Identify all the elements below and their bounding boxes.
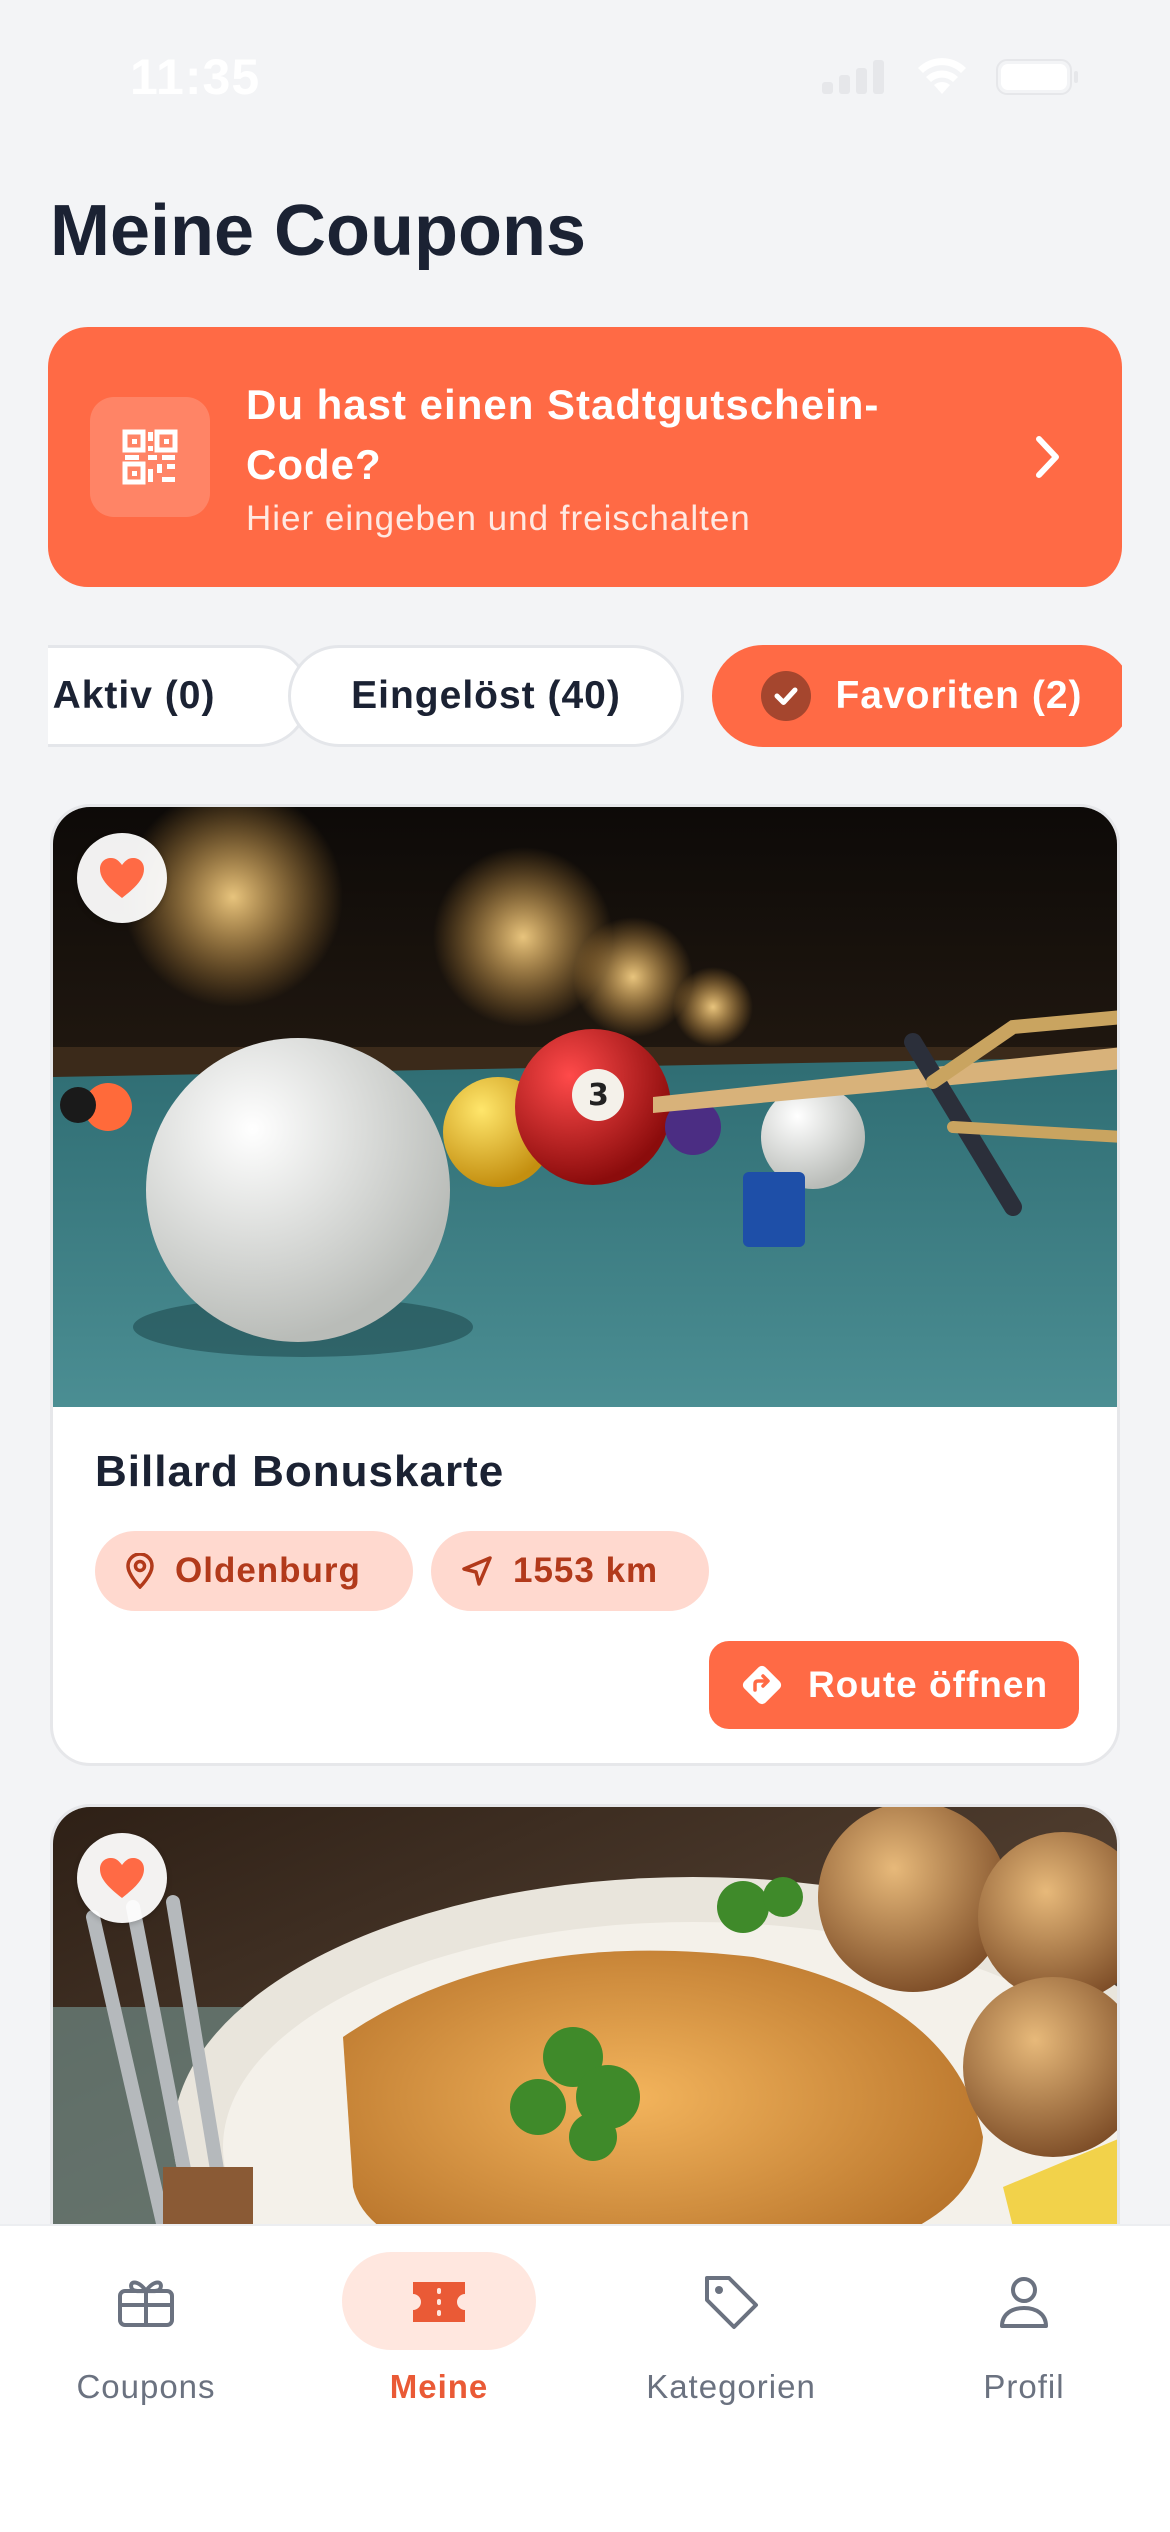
tab-kategorien[interactable]: Kategorien xyxy=(585,2226,877,2426)
tab-coupons[interactable]: Coupons xyxy=(0,2226,292,2426)
tab-label: Kategorien xyxy=(646,2368,816,2405)
status-bar: 11:35 xyxy=(0,0,1170,150)
svg-text:3: 3 xyxy=(588,1078,609,1113)
directions-icon xyxy=(742,1665,782,1705)
coupon-card[interactable] xyxy=(50,1804,1120,2264)
filter-chips: Aktiv (0) Eingelöst (40) Favoriten (2) xyxy=(48,645,1122,747)
coupon-title: Billard Bonuskarte xyxy=(95,1447,505,1496)
tab-meine[interactable]: Meine xyxy=(293,2226,585,2426)
favorite-button[interactable] xyxy=(77,833,167,923)
check-circle-icon xyxy=(761,671,812,721)
open-route-button[interactable]: Route öffnen xyxy=(709,1641,1079,1729)
redeem-code-banner[interactable]: Du hast einen Stadtgutschein-Code? Hier … xyxy=(48,327,1122,587)
schnitzel-plate-photo xyxy=(53,1807,1117,2261)
tab-profil[interactable]: Profil xyxy=(878,2226,1170,2426)
page-title: Meine Coupons xyxy=(50,191,586,271)
map-pin-icon xyxy=(126,1553,154,1589)
favorite-button[interactable] xyxy=(77,1833,167,1923)
heart-icon xyxy=(100,858,144,898)
open-route-label: Route öffnen xyxy=(807,1664,1049,1705)
gift-card-icon xyxy=(0,2270,292,2334)
filter-chip-favoriten[interactable]: Favoriten (2) xyxy=(712,645,1122,747)
filter-chip-aktiv[interactable]: Aktiv (0) xyxy=(48,645,310,747)
navigation-arrow-icon xyxy=(462,1556,492,1586)
location-tag: Oldenburg xyxy=(95,1531,413,1611)
filter-chip-label: Aktiv (0) xyxy=(52,674,216,717)
heart-icon xyxy=(100,1858,144,1898)
filter-chip-eingeloest[interactable]: Eingelöst (40) xyxy=(288,645,684,747)
cellular-signal-icon xyxy=(822,60,884,94)
coupon-card[interactable]: 3 Billard Bonuskarte Oldenburg 1553 km R… xyxy=(50,804,1120,1766)
battery-icon xyxy=(996,59,1078,95)
promo-subtitle: Hier eingeben und freischalten xyxy=(246,499,751,538)
tag-icon xyxy=(585,2270,877,2334)
status-time: 11:35 xyxy=(130,49,261,105)
promo-title: Du hast einen Stadtgutschein-Code? xyxy=(246,381,880,488)
chevron-right-icon xyxy=(1036,436,1059,478)
billiard-table-photo: 3 xyxy=(53,807,1117,1407)
distance-tag: 1553 km xyxy=(431,1531,709,1611)
ticket-icon xyxy=(293,2270,585,2334)
tab-label: Meine xyxy=(389,2368,489,2405)
tab-label: Profil xyxy=(983,2368,1065,2405)
user-icon xyxy=(878,2270,1170,2334)
bottom-tab-bar: Coupons Meine Kategorien Profil xyxy=(0,2224,1170,2532)
tab-label: Coupons xyxy=(76,2368,216,2405)
status-icons xyxy=(822,58,1080,96)
filter-chip-label: Favoriten (2) xyxy=(835,674,1083,717)
location-label: Oldenburg xyxy=(175,1551,361,1590)
filter-chip-label: Eingelöst (40) xyxy=(351,674,621,717)
wifi-icon xyxy=(918,58,966,94)
distance-label: 1553 km xyxy=(513,1551,659,1590)
qr-code-icon xyxy=(90,397,210,517)
